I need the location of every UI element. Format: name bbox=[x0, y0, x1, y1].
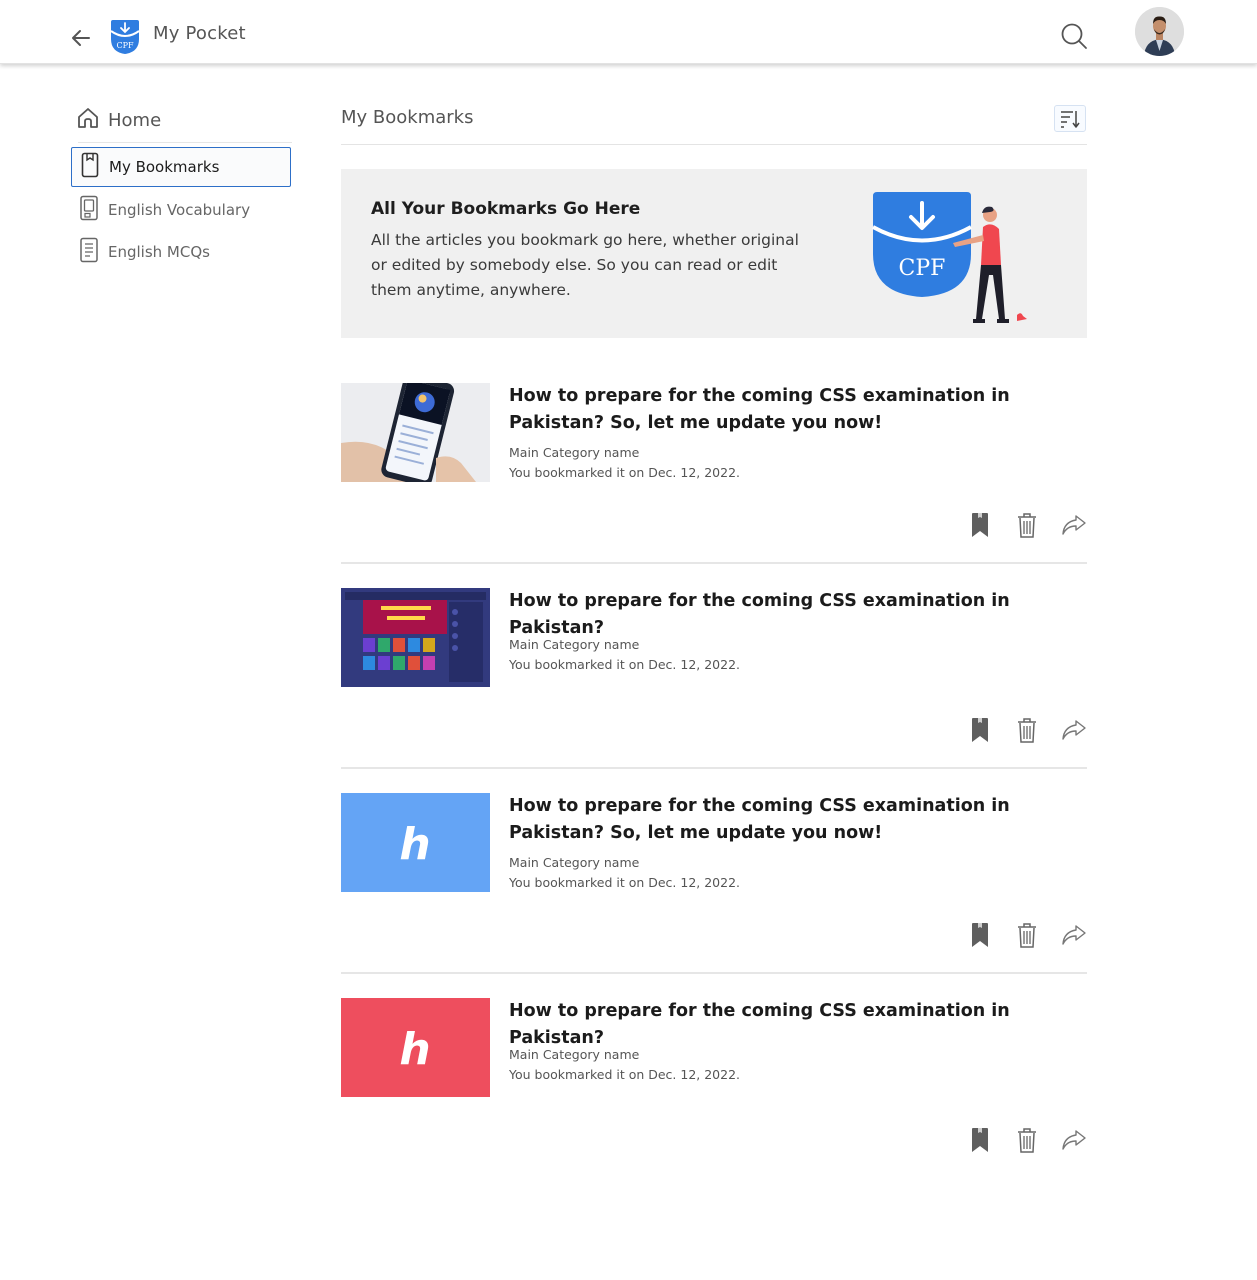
article-bookmark-date: You bookmarked it on Dec. 12, 2022. bbox=[509, 875, 741, 890]
bookmark-icon bbox=[80, 152, 100, 182]
home-icon bbox=[76, 106, 100, 134]
back-arrow-icon[interactable] bbox=[66, 22, 96, 52]
banner-illustration: CPF bbox=[871, 189, 1041, 329]
banner-title: All Your Bookmarks Go Here bbox=[371, 199, 641, 219]
top-bar: CPF My Pocket bbox=[0, 0, 1257, 64]
avatar[interactable] bbox=[1135, 7, 1184, 56]
sidebar-item-label: My Bookmarks bbox=[109, 158, 220, 176]
article-title[interactable]: How to prepare for the coming CSS examin… bbox=[509, 383, 1087, 437]
article-thumbnail[interactable] bbox=[341, 588, 490, 687]
share-icon[interactable] bbox=[1061, 1127, 1087, 1153]
article-thumbnail[interactable]: h bbox=[341, 998, 490, 1097]
article-thumbnail[interactable] bbox=[341, 383, 490, 482]
thumb-letter: h bbox=[399, 819, 430, 870]
article-category: Main Category name bbox=[509, 855, 640, 870]
thumb-letter: h bbox=[399, 1024, 430, 1075]
card-actions bbox=[967, 511, 1087, 539]
article-category: Main Category name bbox=[509, 1047, 640, 1062]
bookmark-icon[interactable] bbox=[967, 922, 993, 948]
share-icon[interactable] bbox=[1061, 922, 1087, 948]
search-icon[interactable] bbox=[1057, 19, 1091, 53]
trash-icon[interactable] bbox=[1014, 1127, 1040, 1153]
document-icon bbox=[79, 237, 99, 267]
share-icon[interactable] bbox=[1061, 717, 1087, 743]
article-bookmark-date: You bookmarked it on Dec. 12, 2022. bbox=[509, 1067, 741, 1082]
article-bookmark-date: You bookmarked it on Dec. 12, 2022. bbox=[509, 465, 741, 480]
page-title: My Bookmarks bbox=[341, 107, 474, 128]
banner-text: All the articles you bookmark go here, w… bbox=[371, 231, 799, 299]
bookmark-icon[interactable] bbox=[967, 512, 993, 538]
share-icon[interactable] bbox=[1061, 512, 1087, 538]
bookmark-icon[interactable] bbox=[967, 1127, 993, 1153]
logo-text: CPF bbox=[116, 41, 134, 50]
sidebar-item-label: English Vocabulary bbox=[108, 201, 251, 219]
article-thumbnail[interactable]: h bbox=[341, 793, 490, 892]
bookmarks-banner: All Your Bookmarks Go Here All the artic… bbox=[341, 169, 1087, 338]
card-actions bbox=[967, 921, 1087, 949]
app-title: My Pocket bbox=[153, 23, 246, 44]
bookmark-icon[interactable] bbox=[967, 717, 993, 743]
article-bookmark-date: You bookmarked it on Dec. 12, 2022. bbox=[509, 657, 741, 672]
main-divider bbox=[341, 144, 1087, 145]
article-category: Main Category name bbox=[509, 637, 640, 652]
card-divider bbox=[341, 562, 1087, 564]
sort-icon bbox=[1061, 110, 1080, 128]
card-actions bbox=[967, 1126, 1087, 1154]
article-category: Main Category name bbox=[509, 445, 640, 460]
banner-logo-text: CPF bbox=[899, 256, 946, 281]
sidebar-item-home[interactable]: Home bbox=[76, 106, 286, 134]
article-title[interactable]: How to prepare for the coming CSS examin… bbox=[509, 998, 1087, 1052]
card-divider bbox=[341, 972, 1087, 974]
sidebar-divider bbox=[78, 142, 292, 143]
sidebar-item-english-mcqs[interactable]: English MCQs bbox=[71, 232, 291, 272]
sidebar-item-my-bookmarks[interactable]: My Bookmarks bbox=[71, 147, 291, 187]
trash-icon[interactable] bbox=[1014, 717, 1040, 743]
article-title[interactable]: How to prepare for the coming CSS examin… bbox=[509, 793, 1087, 847]
sort-button[interactable] bbox=[1054, 105, 1086, 132]
sidebar-item-english-vocabulary[interactable]: English Vocabulary bbox=[71, 190, 291, 230]
trash-icon[interactable] bbox=[1014, 922, 1040, 948]
trash-icon[interactable] bbox=[1014, 512, 1040, 538]
book-icon bbox=[79, 195, 99, 225]
card-divider bbox=[341, 767, 1087, 769]
card-actions bbox=[967, 716, 1087, 744]
sidebar-home-label: Home bbox=[108, 109, 162, 131]
article-title[interactable]: How to prepare for the coming CSS examin… bbox=[509, 588, 1087, 642]
cpf-logo[interactable]: CPF bbox=[108, 19, 142, 55]
sidebar-item-label: English MCQs bbox=[108, 243, 210, 261]
